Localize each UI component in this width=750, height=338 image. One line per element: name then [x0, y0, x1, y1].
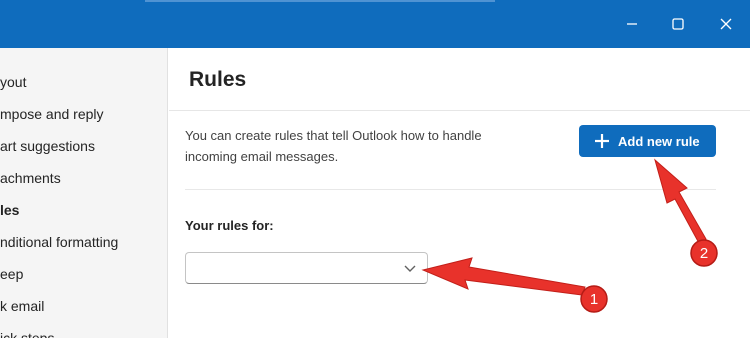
sidebar-item-quick-steps[interactable]: ick steps — [0, 326, 54, 338]
sidebar-item-compose-and-reply[interactable]: mpose and reply — [0, 102, 104, 126]
chevron-down-icon — [404, 265, 416, 272]
sidebar-item-sweep[interactable]: eep — [0, 262, 23, 286]
rules-panel: Rules You can create rules that tell Out… — [169, 48, 750, 338]
sidebar-item-conditional-formatting[interactable]: nditional formatting — [0, 230, 118, 254]
rules-for-dropdown[interactable] — [185, 252, 428, 284]
minimize-button[interactable] — [620, 12, 644, 36]
header-divider — [169, 110, 750, 111]
section-divider — [185, 189, 716, 190]
sidebar-item-smart-suggestions[interactable]: art suggestions — [0, 134, 95, 158]
sidebar-item-junk-email[interactable]: k email — [0, 294, 44, 318]
sidebar-item-rules[interactable]: les — [0, 198, 19, 222]
rules-for-label: Your rules for: — [185, 218, 274, 233]
add-new-rule-label: Add new rule — [618, 133, 700, 149]
rules-description: You can create rules that tell Outlook h… — [185, 128, 482, 164]
close-button[interactable] — [714, 12, 738, 36]
close-icon — [720, 18, 732, 30]
search-box-edge[interactable] — [145, 0, 495, 2]
maximize-button[interactable] — [666, 12, 690, 36]
add-new-rule-button[interactable]: Add new rule — [579, 125, 716, 157]
sidebar-item-layout[interactable]: yout — [0, 70, 26, 94]
sidebar-item-attachments[interactable]: achments — [0, 166, 61, 190]
maximize-icon — [672, 18, 684, 30]
plus-icon — [593, 132, 611, 150]
title-bar — [0, 0, 750, 48]
settings-sidebar: yout mpose and reply art suggestions ach… — [0, 48, 168, 338]
page-title: Rules — [189, 68, 247, 91]
minimize-icon — [627, 23, 637, 25]
